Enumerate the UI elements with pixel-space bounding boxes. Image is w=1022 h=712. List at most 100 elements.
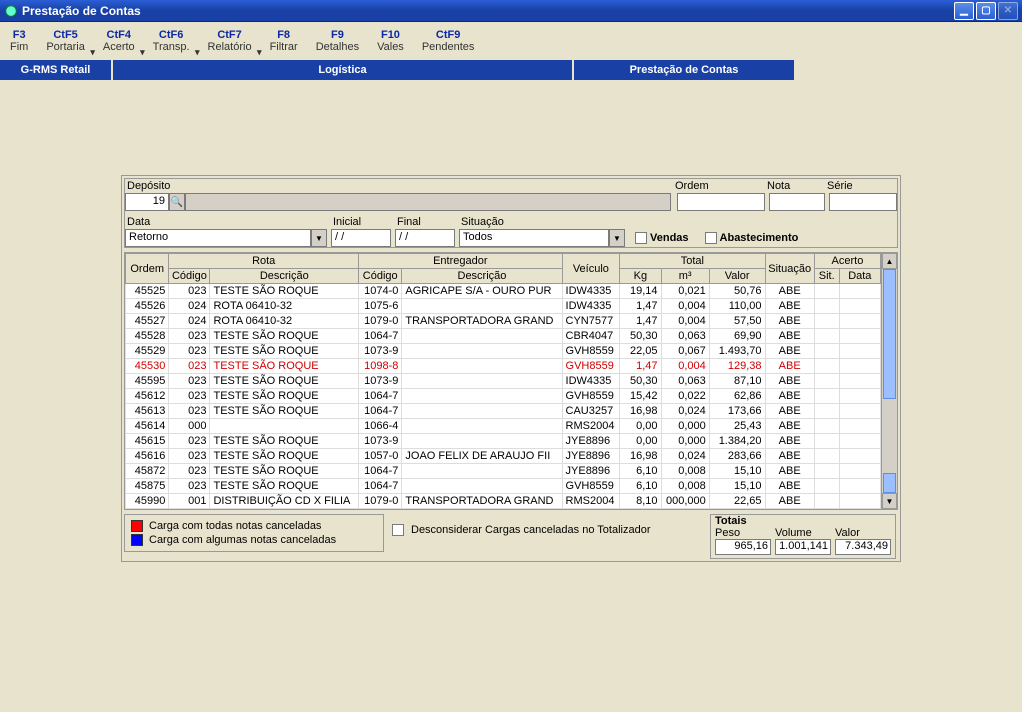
toolbar-item-pendentes[interactable]: CtF9Pendentes [422, 29, 475, 53]
ordem-label: Ordem [673, 179, 765, 193]
toolbar-key: CtF9 [436, 29, 460, 41]
col-ordem[interactable]: Ordem [126, 254, 169, 284]
col-acerto-sit[interactable]: Sit. [814, 269, 839, 284]
totals-box: Totais Peso965,16 Volume1.001,141 Valor7… [710, 514, 896, 559]
col-ent-desc[interactable]: Descrição [402, 269, 562, 284]
table-row[interactable]: 45529023TESTE SÃO ROQUE1073-9GVH855922,0… [126, 344, 881, 359]
col-total[interactable]: Total [620, 254, 765, 269]
chevron-down-icon: ▾ [257, 47, 262, 58]
abastecimento-checkbox-label: Abastecimento [720, 232, 799, 244]
scroll-down-button[interactable]: ▼ [882, 493, 897, 509]
legend-red-swatch [131, 520, 143, 532]
toolbar-label: Pendentes [422, 41, 475, 53]
toolbar-item-vales[interactable]: F10Vales [377, 29, 404, 53]
table-row[interactable]: 45595023TESTE SÃO ROQUE1073-9IDW433550,3… [126, 374, 881, 389]
totals-volume-label: Volume [775, 527, 831, 539]
app-icon [4, 4, 18, 18]
crumb-module: Logística [113, 60, 574, 80]
inicial-label: Inicial [331, 215, 395, 229]
crumb-screen: Prestação de Contas [574, 60, 796, 80]
toolbar-key: F3 [13, 29, 26, 41]
toolbar-key: CtF4 [107, 29, 131, 41]
table-row[interactable]: 45525023TESTE SÃO ROQUE1074-0AGRICAPE S/… [126, 284, 881, 299]
maximize-button[interactable]: ▢ [976, 2, 996, 20]
situacao-label: Situação [459, 215, 629, 229]
data-combo[interactable]: Retorno [125, 229, 311, 247]
chevron-down-icon: ▾ [140, 47, 145, 58]
col-rota[interactable]: Rota [169, 254, 359, 269]
data-combo-button[interactable]: ▼ [311, 229, 327, 247]
toolbar-label: Transp. [153, 41, 190, 53]
toolbar-label: Filtrar [270, 41, 298, 53]
col-entreg[interactable]: Entregador [359, 254, 562, 269]
table-row[interactable]: 45612023TESTE SÃO ROQUE1064-7GVH855915,4… [126, 389, 881, 404]
toolbar-item-detalhes[interactable]: F9Detalhes [316, 29, 359, 53]
inicial-field[interactable]: / / [331, 229, 391, 247]
col-veiculo[interactable]: Veículo [562, 254, 620, 284]
scroll-up-button[interactable]: ▲ [882, 253, 897, 269]
title-bar: Prestação de Contas ▁ ▢ ✕ [0, 0, 1022, 22]
toolbar-item-filtrar[interactable]: F8Filtrar [270, 29, 298, 53]
nota-field[interactable] [769, 193, 825, 211]
situacao-combo-button[interactable]: ▼ [609, 229, 625, 247]
close-button: ✕ [998, 2, 1018, 20]
toolbar-item-fim[interactable]: F3Fim [10, 29, 28, 53]
col-acerto[interactable]: Acerto [814, 254, 880, 269]
toolbar-label: Acerto [103, 41, 135, 53]
chevron-down-icon: ▾ [195, 47, 200, 58]
table-row[interactable]: 45526024ROTA 06410-321075-6IDW43351,470,… [126, 299, 881, 314]
crumb-app: G-RMS Retail [0, 60, 113, 80]
serie-field[interactable] [829, 193, 897, 211]
breadcrumb: G-RMS Retail Logística Prestação de Cont… [0, 60, 1022, 80]
totals-peso-label: Peso [715, 527, 771, 539]
table-row[interactable]: 456140001066-4RMS20040,000,00025,43ABE [126, 419, 881, 434]
legend-box: Carga com todas notas canceladas Carga c… [124, 514, 384, 552]
table-row[interactable]: 45990001DISTRIBUIÇÃO CD X FILIA1079-0TRA… [126, 494, 881, 509]
toolbar-label: Vales [377, 41, 404, 53]
serie-label: Série [825, 179, 897, 193]
table-row[interactable]: 45872023TESTE SÃO ROQUE1064-7JYE88966,10… [126, 464, 881, 479]
filter-area: Depósito Ordem Nota Série 19 🔍 Data [124, 178, 898, 248]
toolbar-key: F9 [331, 29, 344, 41]
situacao-combo[interactable]: Todos [459, 229, 609, 247]
table-row[interactable]: 45527024ROTA 06410-321079-0TRANSPORTADOR… [126, 314, 881, 329]
vendas-checkbox[interactable]: Vendas [635, 232, 689, 244]
table-row[interactable]: 45616023TESTE SÃO ROQUE1057-0JOAO FELIX … [126, 449, 881, 464]
final-label: Final [395, 215, 459, 229]
col-rota-codigo[interactable]: Código [169, 269, 210, 284]
app-window: Prestação de Contas ▁ ▢ ✕ F3Fim CtF5Porta… [0, 0, 1022, 712]
col-acerto-data[interactable]: Data [839, 269, 880, 284]
col-total-kg[interactable]: Kg [620, 269, 661, 284]
table-row[interactable]: 45530023TESTE SÃO ROQUE1098-8GVH85591,47… [126, 359, 881, 374]
totals-valor-label: Valor [835, 527, 891, 539]
vertical-scrollbar[interactable]: ▲ ▼ [881, 253, 897, 509]
minimize-button[interactable]: ▁ [954, 2, 974, 20]
toolbar-item-portaria[interactable]: CtF5Portaria▾ [46, 29, 85, 53]
table-row[interactable]: 45875023TESTE SÃO ROQUE1064-7GVH85596,10… [126, 479, 881, 494]
ordem-field[interactable] [677, 193, 765, 211]
disregard-cancelled-label: Desconsiderar Cargas canceladas no Total… [411, 524, 651, 536]
deposito-search-button[interactable]: 🔍 [169, 193, 185, 211]
footer-area: Carga com todas notas canceladas Carga c… [124, 514, 898, 559]
deposito-field[interactable]: 19 [125, 193, 169, 211]
toolbar-key: CtF5 [53, 29, 77, 41]
main-toolbar: F3FimCtF5Portaria▾CtF4Acerto▾CtF6Transp.… [0, 22, 1022, 60]
toolbar-item-relat-rio[interactable]: CtF7Relatório▾ [208, 29, 252, 53]
col-rota-desc[interactable]: Descrição [210, 269, 359, 284]
scroll-thumb-bottom[interactable] [883, 473, 896, 493]
col-ent-codigo[interactable]: Código [359, 269, 402, 284]
final-field[interactable]: / / [395, 229, 455, 247]
table-row[interactable]: 45613023TESTE SÃO ROQUE1064-7CAU325716,9… [126, 404, 881, 419]
toolbar-item-transp-[interactable]: CtF6Transp.▾ [153, 29, 190, 53]
col-total-m3[interactable]: m³ [661, 269, 709, 284]
toolbar-key: CtF6 [159, 29, 183, 41]
disregard-cancelled-checkbox[interactable]: Desconsiderar Cargas canceladas no Total… [392, 514, 651, 536]
table-row[interactable]: 45615023TESTE SÃO ROQUE1073-9JYE88960,00… [126, 434, 881, 449]
toolbar-item-acerto[interactable]: CtF4Acerto▾ [103, 29, 135, 53]
scroll-thumb[interactable] [883, 269, 896, 399]
col-total-valor[interactable]: Valor [709, 269, 765, 284]
col-situacao[interactable]: Situação [765, 254, 814, 284]
orders-table[interactable]: Ordem Rota Entregador Veículo Total Situ… [125, 253, 881, 509]
abastecimento-checkbox[interactable]: Abastecimento [705, 232, 799, 244]
table-row[interactable]: 45528023TESTE SÃO ROQUE1064-7CBR404750,3… [126, 329, 881, 344]
